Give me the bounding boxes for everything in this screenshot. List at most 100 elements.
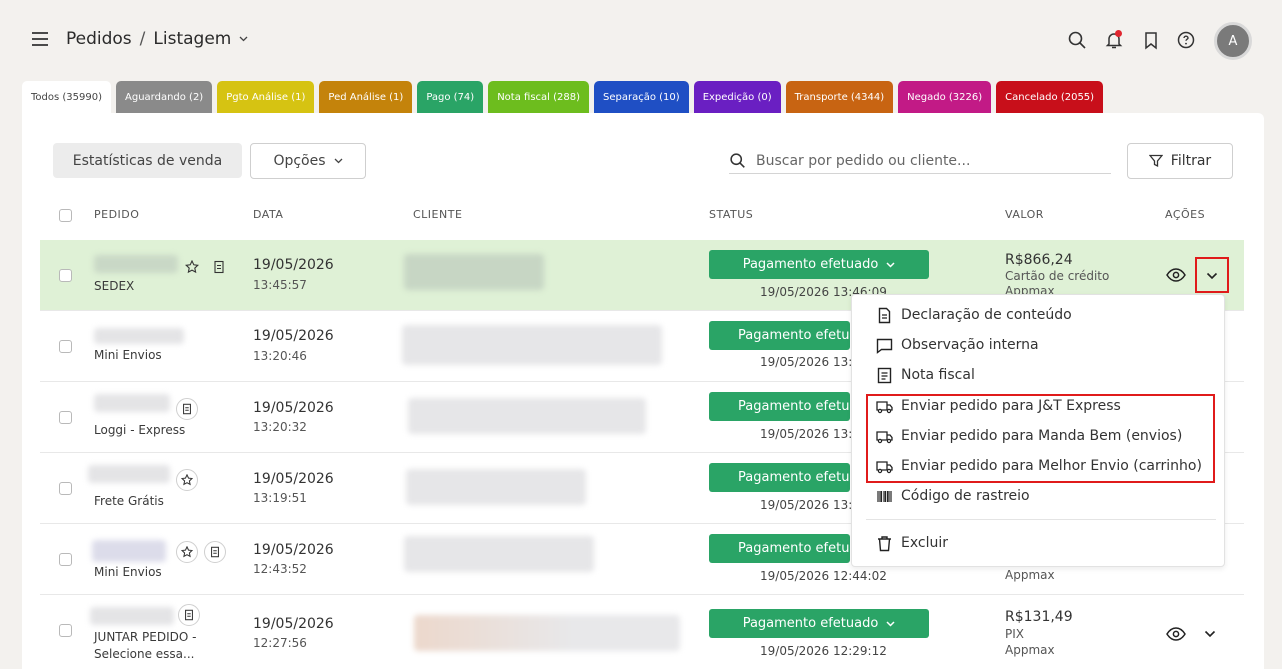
customer-redacted bbox=[402, 325, 662, 365]
status-date: 19/05/2026 12:29:12 bbox=[760, 644, 887, 658]
sales-stats-button[interactable]: Estatísticas de venda bbox=[53, 143, 242, 178]
breadcrumb-current[interactable]: Listagem bbox=[153, 29, 231, 49]
status-dropdown[interactable]: Pagamento efetuado bbox=[709, 250, 929, 279]
menu-item-excluir[interactable]: Excluir bbox=[876, 533, 948, 553]
tab-5[interactable]: Nota fiscal (288) bbox=[488, 81, 590, 113]
options-label: Opções bbox=[273, 153, 326, 169]
menu-hamburger-icon[interactable] bbox=[32, 32, 48, 46]
menu-item-declaracao[interactable]: Declaração de conteúdo bbox=[876, 305, 1072, 325]
chevron-down-icon bbox=[886, 620, 895, 627]
status-dropdown[interactable]: Pagamento efetuado bbox=[709, 609, 929, 638]
order-id-redacted bbox=[92, 540, 166, 562]
tab-3[interactable]: Ped Análise (1) bbox=[319, 81, 413, 113]
menu-item-label: Nota fiscal bbox=[901, 367, 975, 383]
search-input[interactable] bbox=[756, 152, 1096, 169]
star-icon[interactable] bbox=[185, 260, 199, 274]
invoice-icon[interactable] bbox=[176, 398, 198, 420]
shipping-method: JUNTAR PEDIDO - bbox=[94, 630, 197, 644]
column-header-data: DATA bbox=[253, 208, 284, 221]
view-eye-icon[interactable] bbox=[1166, 268, 1186, 282]
order-date: 19/05/2026 bbox=[253, 400, 334, 416]
status-label: Pagamento efetuado bbox=[738, 328, 850, 343]
order-value: R$866,24 bbox=[1005, 252, 1073, 268]
row-checkbox[interactable] bbox=[59, 269, 72, 282]
payment-method: Cartão de crédito bbox=[1005, 269, 1110, 283]
row-checkbox[interactable] bbox=[59, 340, 72, 353]
invoice-icon[interactable] bbox=[212, 260, 226, 274]
trash-icon bbox=[878, 535, 891, 551]
status-date: 19/05/2026 12:44:02 bbox=[760, 569, 887, 583]
order-time: 12:43:52 bbox=[253, 562, 307, 576]
comment-icon bbox=[876, 338, 893, 354]
bookmark-icon[interactable] bbox=[1141, 30, 1161, 50]
column-header-valor: VALOR bbox=[1005, 208, 1044, 221]
status-label: Pagamento efetuado bbox=[738, 541, 850, 556]
top-header: Pedidos / Listagem A bbox=[0, 0, 1282, 82]
row-checkbox[interactable] bbox=[59, 624, 72, 637]
tab-8[interactable]: Transporte (4344) bbox=[785, 81, 894, 113]
tab-0[interactable]: Todos (35990) bbox=[22, 81, 111, 113]
help-icon[interactable] bbox=[1176, 30, 1196, 50]
chevron-down-icon[interactable] bbox=[1204, 630, 1216, 638]
barcode-icon bbox=[877, 490, 892, 502]
filter-label: Filtrar bbox=[1170, 153, 1212, 169]
column-header-acoes: AÇÕES bbox=[1165, 208, 1206, 221]
menu-item-label: Excluir bbox=[901, 535, 948, 551]
row-checkbox[interactable] bbox=[59, 411, 72, 424]
column-header-pedido: PEDIDO bbox=[94, 208, 140, 221]
tab-2[interactable]: Pgto Análise (1) bbox=[217, 81, 315, 113]
customer-redacted bbox=[406, 469, 586, 505]
chevron-down-icon[interactable] bbox=[239, 36, 248, 42]
chevron-down-icon bbox=[1206, 272, 1218, 280]
user-avatar[interactable]: A bbox=[1214, 22, 1252, 60]
tab-9[interactable]: Negado (3226) bbox=[898, 81, 992, 113]
tab-1[interactable]: Aguardando (2) bbox=[116, 81, 213, 113]
actions-toggle-button[interactable] bbox=[1195, 257, 1229, 293]
tab-6[interactable]: Separação (10) bbox=[594, 81, 689, 113]
status-dropdown[interactable]: Pagamento efetuado bbox=[709, 392, 850, 421]
order-time: 13:45:57 bbox=[253, 278, 307, 292]
status-dropdown[interactable]: Pagamento efetuado bbox=[709, 463, 850, 492]
order-time: 13:19:51 bbox=[253, 491, 307, 505]
filter-button[interactable]: Filtrar bbox=[1127, 143, 1233, 179]
shipping-method-continued: Selecione essa... bbox=[94, 647, 195, 661]
invoice-icon[interactable] bbox=[204, 541, 226, 563]
menu-item-codigo-rastreio[interactable]: Código de rastreio bbox=[876, 486, 1030, 506]
chevron-down-icon bbox=[886, 261, 895, 268]
select-all-checkbox[interactable] bbox=[59, 209, 72, 222]
menu-item-nota-fiscal[interactable]: Nota fiscal bbox=[876, 365, 975, 385]
customer-redacted bbox=[404, 536, 594, 572]
status-dropdown[interactable]: Pagamento efetuado bbox=[709, 534, 850, 563]
search-icon[interactable] bbox=[729, 152, 746, 169]
column-header-status: STATUS bbox=[709, 208, 754, 221]
tab-7[interactable]: Expedição (0) bbox=[693, 81, 781, 113]
status-tabs: Todos (35990) Aguardando (2) Pgto Análise … bbox=[22, 81, 1104, 113]
row-checkbox[interactable] bbox=[59, 482, 72, 495]
menu-item-label: Observação interna bbox=[901, 337, 1039, 353]
status-label: Pagamento efetuado bbox=[738, 470, 850, 485]
tab-4[interactable]: Pago (74) bbox=[417, 81, 484, 113]
order-time: 12:27:56 bbox=[253, 636, 307, 650]
notification-bell-icon[interactable] bbox=[1104, 30, 1124, 50]
order-date: 19/05/2026 bbox=[253, 542, 334, 558]
invoice-icon[interactable] bbox=[178, 604, 200, 626]
breadcrumb-root[interactable]: Pedidos bbox=[66, 29, 132, 49]
status-date: 19/05/2026 13: bbox=[760, 498, 853, 512]
status-date: 19/05/2026 13:2 bbox=[760, 427, 860, 441]
search-icon[interactable] bbox=[1067, 30, 1087, 50]
order-value: R$131,49 bbox=[1005, 609, 1073, 625]
highlight-box bbox=[866, 394, 1215, 483]
menu-item-observacao[interactable]: Observação interna bbox=[876, 335, 1039, 355]
order-id-redacted bbox=[94, 255, 178, 273]
menu-item-label: Código de rastreio bbox=[901, 488, 1030, 504]
view-eye-icon[interactable] bbox=[1166, 627, 1186, 641]
payment-gateway: Appmax bbox=[1005, 568, 1055, 582]
star-icon[interactable] bbox=[176, 469, 198, 491]
shipping-method: Mini Envios bbox=[94, 565, 162, 579]
row-checkbox[interactable] bbox=[59, 553, 72, 566]
tab-10[interactable]: Cancelado (2055) bbox=[996, 81, 1104, 113]
star-icon[interactable] bbox=[176, 541, 198, 563]
status-dropdown[interactable]: Pagamento efetuado bbox=[709, 321, 850, 350]
table-row[interactable]: JUNTAR PEDIDO - Selecione essa... 19/05/… bbox=[40, 595, 1244, 666]
options-dropdown[interactable]: Opções bbox=[250, 143, 366, 179]
